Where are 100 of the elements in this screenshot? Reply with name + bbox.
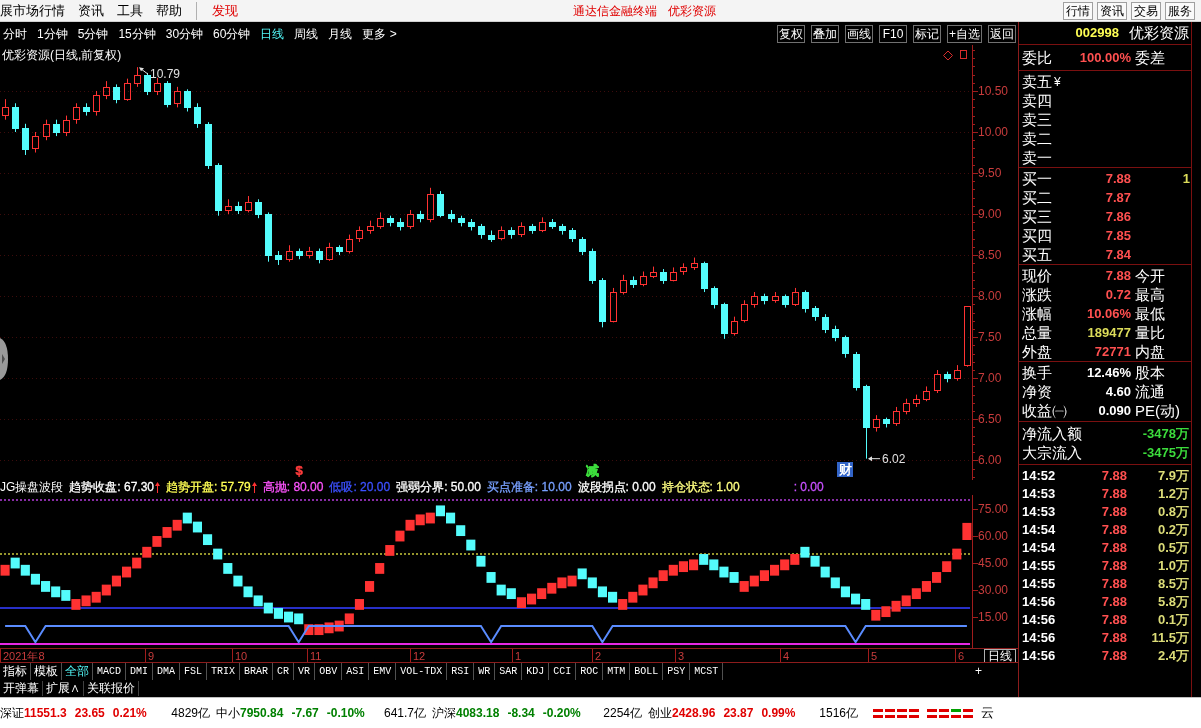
indicator-bar — [557, 577, 567, 589]
axis-label: 10.50 — [978, 83, 1009, 98]
bid-price: 7.84 — [1104, 245, 1131, 264]
menu-item[interactable]: 帮助 — [156, 1, 182, 20]
indicator-bar — [628, 591, 638, 603]
toolbar-button[interactable]: +自选 — [947, 24, 982, 43]
down-candle — [275, 250, 282, 266]
down-candle — [883, 417, 890, 428]
up-candle — [934, 369, 941, 394]
up-candle — [741, 299, 748, 323]
buy-level-label: 买一 — [1021, 169, 1053, 188]
up-candle — [103, 80, 110, 100]
index-value: 4083.18 — [456, 705, 500, 722]
down-candle — [83, 102, 90, 117]
menu-button[interactable]: 资讯 — [1097, 1, 1127, 20]
trade-price: 7.88 — [1100, 503, 1127, 522]
indicator-bar — [466, 539, 476, 551]
add-tab-button[interactable]: + — [975, 663, 982, 680]
index-amount: 4829亿 — [171, 705, 210, 722]
period-tab[interactable]: 周线 — [294, 24, 319, 43]
indicator-bar — [81, 595, 91, 607]
period-tab[interactable]: 月线 — [328, 24, 353, 43]
square-icon[interactable] — [960, 50, 967, 59]
indicator-bar — [921, 581, 931, 592]
period-tab[interactable]: 5分钟 — [77, 24, 109, 43]
up-candle — [225, 198, 232, 215]
extra-tab[interactable]: 扩展∧ — [43, 681, 84, 696]
period-tab[interactable]: 30分钟 — [165, 24, 204, 43]
toolbar-button[interactable]: 复权 — [777, 24, 805, 43]
extra-tab[interactable]: 关联报价 — [84, 681, 139, 696]
indicator-bar — [911, 588, 921, 600]
indicator-bar — [739, 581, 749, 592]
indicator-bar — [61, 590, 71, 601]
down-candle — [701, 261, 708, 293]
indicator-bar — [284, 611, 294, 623]
date-label: 10 — [235, 650, 248, 662]
index-change: 23.87 — [723, 705, 754, 722]
down-candle — [630, 275, 637, 289]
quote-label: 量比 — [1135, 323, 1165, 342]
axis-label: 10.00 — [978, 125, 1009, 139]
indicator-bar — [435, 505, 445, 517]
down-candle — [660, 268, 667, 285]
toolbar-button[interactable]: 返回 — [988, 24, 1016, 43]
trade-volume: 7.9万 — [1157, 467, 1190, 486]
down-candle — [529, 223, 536, 235]
period-tab[interactable]: 更多 > — [362, 24, 397, 43]
indicator-bar — [10, 557, 20, 569]
period-tab[interactable]: 15分钟 — [118, 24, 156, 43]
indicator-bar — [243, 586, 253, 598]
bid-price: 7.85 — [1104, 226, 1131, 245]
index-change: -8.34 — [507, 705, 535, 722]
diamond-icon[interactable] — [943, 50, 953, 61]
toolbar-button[interactable]: 叠加 — [811, 24, 839, 43]
indicator-bar — [699, 554, 709, 565]
indicator-bar — [20, 564, 30, 576]
quote-value: 7.88 — [1104, 266, 1131, 285]
down-candle — [316, 248, 323, 264]
indicator-bar — [840, 586, 850, 598]
indicator-bar — [689, 559, 699, 571]
down-candle — [113, 83, 120, 104]
buy-level-label: 买五 — [1021, 245, 1053, 264]
up-candle — [964, 305, 971, 368]
up-candle — [691, 257, 698, 271]
menu-item[interactable]: 展市场行情 — [0, 1, 65, 20]
down-candle — [437, 190, 444, 218]
toolbar-button[interactable]: F10 — [879, 24, 907, 43]
down-candle — [468, 218, 475, 231]
axis-label: 8.50 — [978, 248, 1002, 263]
side-handle-icon[interactable] — [0, 338, 8, 380]
quote-value: 0.72 — [1104, 285, 1131, 304]
indicator-bar — [375, 563, 385, 574]
indicator-bar — [203, 534, 213, 546]
menu-item[interactable]: 资讯 — [78, 1, 104, 20]
menu-item[interactable]: 工具 — [117, 1, 143, 20]
date-label: 12 — [413, 650, 426, 662]
down-candle — [417, 210, 424, 223]
indicator-bar — [618, 599, 628, 610]
period-tab[interactable]: 分时 — [3, 24, 27, 43]
period-tab[interactable]: 日线 — [260, 24, 285, 43]
trade-volume: 1.0万 — [1157, 557, 1190, 576]
up-candle — [346, 234, 353, 254]
extra-tab[interactable]: 开弹幕 — [0, 681, 43, 696]
up-candle — [124, 78, 131, 102]
toolbar-button[interactable]: 画线 — [845, 24, 873, 43]
toolbar-button[interactable]: 标记 — [913, 24, 941, 43]
indicator-bar — [810, 555, 820, 567]
menu-button[interactable]: 交易 — [1131, 1, 1161, 20]
index-percent: 0.21% — [112, 705, 147, 722]
period-tab[interactable]: 60分钟 — [213, 24, 251, 43]
menu-button[interactable]: 行情 — [1063, 1, 1093, 20]
bid-price: 7.88 — [1104, 169, 1131, 188]
index-value: 7950.84 — [240, 705, 284, 722]
up-candle — [427, 187, 434, 223]
date-label: 9 — [148, 650, 155, 662]
high-price-label: 10.79 — [150, 67, 181, 82]
period-tab[interactable]: 1分钟 — [37, 24, 68, 43]
indicator-bar — [233, 575, 243, 587]
axis-label: 6.00 — [978, 453, 1002, 468]
menu-button[interactable]: 服务 — [1165, 1, 1195, 20]
indicator-bar — [132, 557, 142, 569]
